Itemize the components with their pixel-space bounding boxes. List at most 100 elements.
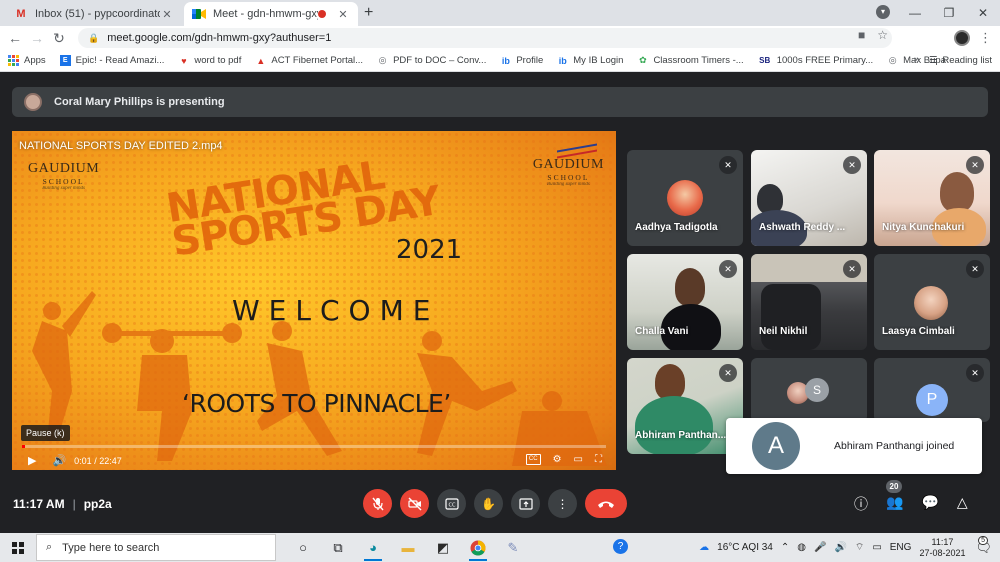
participant-tile[interactable]: ✕ Aadhya Tadigotla [627, 150, 743, 246]
tab-search-icon[interactable]: ▾ [876, 5, 890, 19]
bookmark-pdf-to-doc[interactable]: ◎ PDF to DOC – Conv... [377, 55, 487, 66]
participant-video [761, 284, 821, 350]
bookmark-label: 1000s FREE Primary... [776, 55, 874, 66]
close-tab-icon[interactable]: ✕ [336, 8, 350, 21]
restore-icon[interactable]: ❐ [932, 6, 966, 20]
participant-tile[interactable]: ✕ Neil Nikhil [751, 254, 867, 350]
logo-subtext: SCHOOL [547, 173, 590, 182]
logo-tagline: Building super minds [42, 186, 85, 191]
presented-video[interactable]: NATIONAL SPORTS DAY EDITED 2.mp4 GAUDIUM… [12, 131, 616, 470]
bookmark-act-fibernet[interactable]: ▲ ACT Fibernet Portal... [255, 55, 363, 66]
people-button[interactable]: 20 👥 [886, 480, 904, 514]
microphone-icon[interactable]: 🎤 [814, 542, 826, 553]
tab-meet[interactable]: Meet - gdn-hmwm-gxy ✕ [184, 2, 358, 26]
meeting-time: 11:17 AM [13, 497, 65, 511]
recording-indicator-icon [318, 10, 326, 18]
reading-list-button[interactable]: ☰ Reading list [929, 55, 992, 66]
edge-icon[interactable]: ◕ [362, 537, 384, 561]
people-count-badge: 20 [886, 480, 902, 493]
bookmark-epic[interactable]: E Epic! - Read Amazi... [59, 55, 164, 66]
video-welcome-text: WELCOME [232, 294, 440, 327]
more-options-button[interactable]: ⋮ [548, 489, 577, 518]
video-progress-fill [22, 445, 25, 448]
new-tab-button[interactable]: + [364, 4, 373, 22]
minimize-icon[interactable]: — [898, 6, 932, 20]
camera-toggle-button[interactable] [400, 489, 429, 518]
volume-icon[interactable]: 🔊 [52, 454, 66, 467]
more-bookmarks-button[interactable]: » [914, 54, 920, 66]
camera-in-use-icon[interactable]: ■ [858, 28, 865, 42]
bookmark-label: word to pdf [194, 55, 242, 66]
close-window-icon[interactable]: ✕ [966, 6, 1000, 20]
lock-icon[interactable]: 🔒 [88, 33, 99, 44]
tab-gmail[interactable]: M Inbox (51) - pypcoordinator@the ✕ [6, 2, 182, 26]
profile-avatar[interactable] [954, 30, 970, 46]
video-progress-bar[interactable] [22, 445, 606, 448]
sticky-notes-icon[interactable]: ◩ [432, 537, 454, 558]
raise-hand-button[interactable]: ✋ [474, 489, 503, 518]
leave-call-button[interactable] [585, 489, 627, 518]
battery-icon[interactable]: ▭ [872, 542, 881, 553]
meeting-info: 11:17 AM | pp2a [13, 497, 112, 511]
bookmark-classroom-timers[interactable]: ✿ Classroom Timers -... [637, 55, 744, 66]
system-tray: ☁ 16°C AQI 34 ⌃ ◍ 🎤 🔊 ⌔ ▭ ENG 11:17 27-0… [699, 533, 1000, 562]
paint-icon[interactable]: ✎ [502, 537, 524, 558]
act-icon: ▲ [256, 55, 266, 66]
notifications-icon[interactable]: 🗨 5 [975, 535, 992, 556]
help-icon[interactable]: ? [613, 539, 628, 554]
chat-icon[interactable]: 💬 [921, 494, 938, 514]
task-view-icon[interactable]: ⧉ [327, 537, 349, 558]
tray-overflow-icon[interactable]: ⌃ [781, 542, 789, 553]
address-bar[interactable]: 🔒 meet.google.com/gdn-hmwm-gxy?authuser=… [78, 28, 892, 48]
mic-toggle-button[interactable] [363, 489, 392, 518]
miniplayer-icon[interactable]: ▭ [574, 454, 583, 465]
meeting-details-icon[interactable]: ⓘ [854, 494, 868, 514]
fullscreen-icon[interactable]: ⛶ [595, 454, 602, 465]
activities-icon[interactable]: △ [957, 494, 968, 514]
reload-icon[interactable]: ↻ [48, 30, 70, 47]
settings-gear-icon[interactable]: ⚙ [553, 454, 562, 465]
video-year: 2021 [396, 235, 463, 265]
mic-off-icon: ✕ [843, 260, 861, 278]
play-icon[interactable]: ▶ [28, 454, 36, 467]
people-icon: 👥 [886, 494, 904, 510]
taskbar-search-box[interactable]: ⌕ Type here to search [36, 534, 276, 561]
meet-tray-icon[interactable]: ◍ [797, 542, 806, 553]
cortana-icon[interactable]: ○ [292, 537, 314, 558]
participant-video [635, 396, 713, 454]
participant-tile[interactable]: ✕ Challa Vani [627, 254, 743, 350]
file-explorer-icon[interactable]: ▬ [397, 537, 419, 558]
ib-icon: ib [558, 55, 567, 66]
bookmark-apps[interactable]: Apps [8, 55, 46, 66]
video-controls-right: CC ⚙ ▭ ⛶ [525, 454, 602, 465]
present-screen-button[interactable] [511, 489, 540, 518]
volume-icon[interactable]: 🔊 [834, 542, 846, 553]
close-tab-icon[interactable]: ✕ [160, 8, 174, 21]
back-icon[interactable]: ← [4, 30, 26, 46]
bookmark-my-ib-login[interactable]: ib My IB Login [557, 55, 624, 66]
presenter-banner: Coral Mary Phillips is presenting [12, 87, 988, 117]
chrome-icon[interactable] [467, 537, 489, 561]
language-indicator[interactable]: ENG [890, 542, 912, 553]
bookmark-word-to-pdf[interactable]: ♥ word to pdf [178, 55, 241, 66]
participant-tile[interactable]: ✕ Nitya Kunchakuri [874, 150, 990, 246]
bookmark-free-primary[interactable]: SB 1000s FREE Primary... [758, 55, 873, 66]
participant-tile[interactable]: ✕ Ashwath Reddy ... [751, 150, 867, 246]
wifi-icon[interactable]: ⌔ [855, 541, 864, 554]
chrome-menu-icon[interactable]: ⋮ [979, 30, 992, 46]
weather-text[interactable]: 16°C AQI 34 [717, 542, 773, 553]
forward-icon[interactable]: → [26, 30, 48, 46]
captions-icon[interactable]: CC [525, 454, 541, 465]
participant-tile[interactable]: P ✕ [874, 358, 990, 422]
participant-tile[interactable]: ✕ Laasya Cimbali [874, 254, 990, 350]
participant-tile[interactable]: S [751, 358, 867, 422]
bookmark-profile[interactable]: ib Profile [500, 55, 543, 66]
reading-list-icon: ☰ [928, 55, 938, 66]
weather-icon[interactable]: ☁ [699, 542, 709, 553]
captions-button[interactable]: CC [437, 489, 466, 518]
windows-start-icon[interactable] [12, 541, 24, 554]
bookmark-star-icon[interactable]: ☆ [877, 28, 888, 42]
url-text: meet.google.com/gdn-hmwm-gxy?authuser=1 [107, 32, 332, 44]
taskbar-clock[interactable]: 11:17 27-08-2021 [919, 537, 965, 559]
toast-avatar: A [752, 422, 800, 470]
